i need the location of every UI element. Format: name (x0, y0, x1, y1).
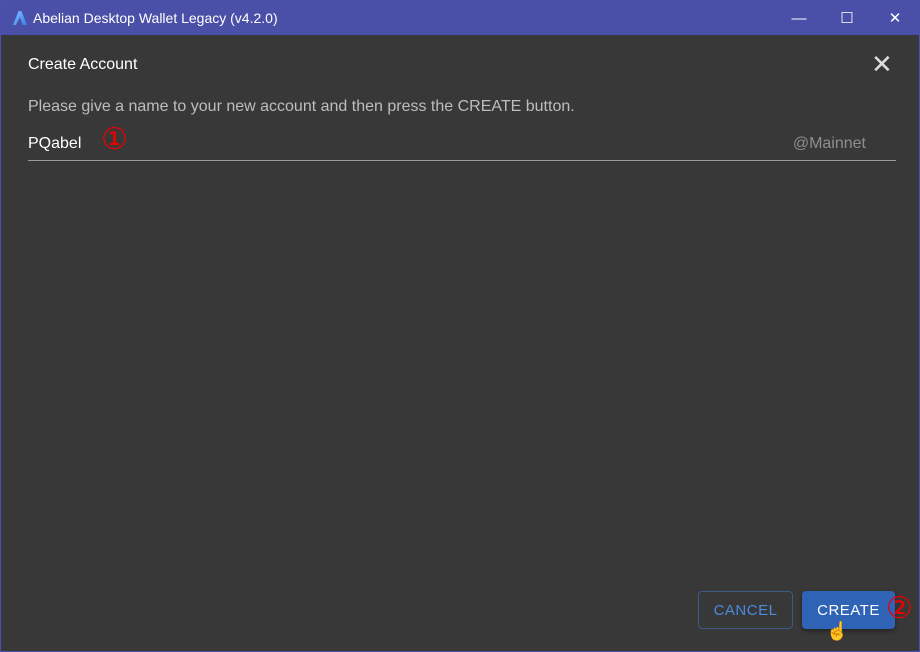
create-button[interactable]: CREATE (802, 591, 895, 629)
annotation-1: ① (101, 123, 128, 156)
dialog-close-icon[interactable]: ✕ (871, 51, 893, 77)
minimize-button[interactable]: — (775, 1, 823, 35)
title-bar: Abelian Desktop Wallet Legacy (v4.2.0) —… (1, 1, 920, 35)
window-title: Abelian Desktop Wallet Legacy (v4.2.0) (33, 10, 278, 26)
network-suffix: @Mainnet (792, 135, 866, 152)
app-logo-icon (13, 11, 27, 25)
account-name-field: @Mainnet (28, 131, 896, 161)
dialog-title: Create Account (28, 56, 138, 73)
dialog-description: Please give a name to your new account a… (28, 98, 575, 115)
window-close-button[interactable]: ✕ (871, 1, 919, 35)
account-name-input[interactable] (28, 131, 728, 153)
annotation-2: ② (886, 592, 913, 625)
create-account-dialog: Create Account ✕ Please give a name to y… (3, 35, 919, 651)
maximize-button[interactable]: ☐ (823, 1, 871, 35)
hand-cursor-icon: ☝ (826, 621, 849, 641)
cancel-button[interactable]: CANCEL (698, 591, 793, 629)
